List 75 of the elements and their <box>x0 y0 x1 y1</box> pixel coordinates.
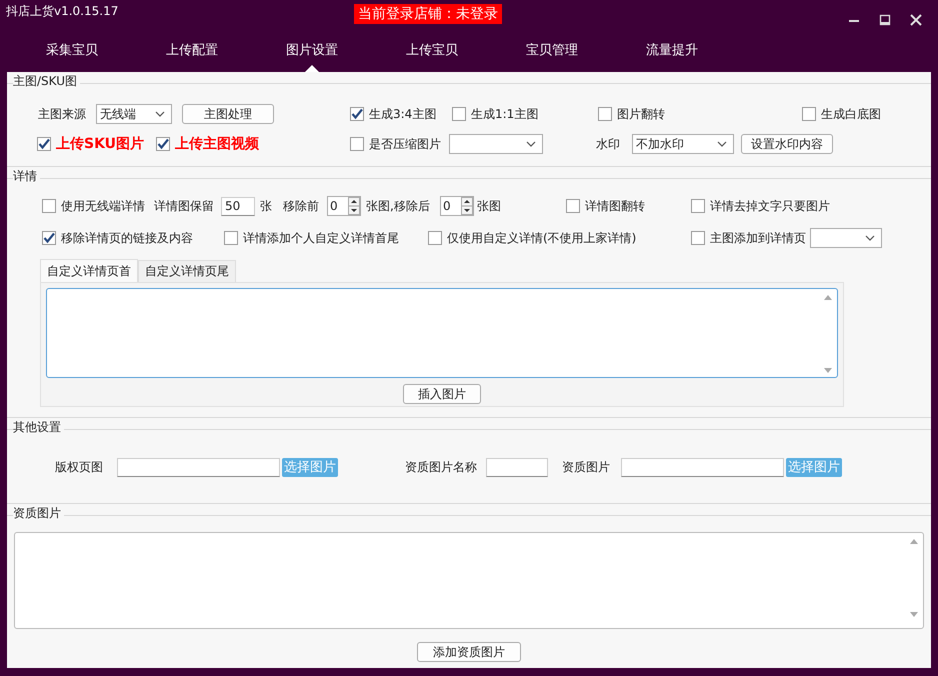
checkbox[interactable] <box>42 199 56 213</box>
checkbox-label: 图片翻转 <box>617 106 665 122</box>
section-title: 资质图片 <box>13 505 64 522</box>
checkbox-label: 是否压缩图片 <box>369 136 441 152</box>
checkbox-label: 详情去掉文字只要图片 <box>710 198 830 214</box>
maximize-icon <box>879 14 891 26</box>
button[interactable]: 插入图片 <box>403 384 481 404</box>
checkbox[interactable] <box>691 199 705 213</box>
input-field[interactable] <box>486 458 548 476</box>
checkbox-label: 生成1:1主图 <box>471 106 538 122</box>
label: 移除前 <box>283 198 319 214</box>
label: 张 <box>260 198 272 214</box>
nav-tab[interactable]: 采集宝贝 <box>12 36 132 72</box>
button[interactable]: 设置水印内容 <box>741 134 833 154</box>
input-field[interactable]: 50 <box>221 196 255 216</box>
label: 水印 <box>596 136 620 152</box>
label: 张图,移除后 <box>366 198 430 214</box>
checkbox-label: 上传SKU图片 <box>56 135 144 153</box>
chevron-down-icon <box>526 141 536 147</box>
nav-tab[interactable]: 宝贝管理 <box>492 36 612 72</box>
checkbox-label: 使用无线端详情 <box>61 198 145 214</box>
checkbox-label: 生成白底图 <box>821 106 881 122</box>
nav-tab[interactable]: 上传配置 <box>132 36 252 72</box>
checkbox[interactable] <box>598 107 612 121</box>
number-spinner[interactable]: 0 <box>327 196 361 216</box>
spinner-arrows-icon <box>461 197 473 215</box>
nav-tab[interactable]: 流量提升 <box>612 36 732 72</box>
chevron-down-icon <box>155 111 165 117</box>
checkbox[interactable] <box>452 107 466 121</box>
button[interactable]: 添加资质图片 <box>417 642 521 662</box>
checkbox[interactable] <box>350 107 364 121</box>
text-area[interactable] <box>46 288 838 378</box>
label: 资质图片名称 <box>405 458 477 476</box>
editor-tab[interactable]: 自定义详情页首 <box>40 259 138 282</box>
checkbox-label: 生成3:4主图 <box>369 106 436 122</box>
dropdown[interactable] <box>810 228 882 248</box>
editor-tab[interactable]: 自定义详情页尾 <box>138 260 236 282</box>
label: 详情图保留 <box>154 198 214 214</box>
window-title: 抖店上货v1.0.15.17 <box>5 3 118 20</box>
checkbox-label: 详情图翻转 <box>585 198 645 214</box>
spinner-arrows-icon <box>348 197 360 215</box>
checkbox[interactable] <box>156 137 170 151</box>
dropdown[interactable]: 无线端 <box>96 104 172 124</box>
nav-tab[interactable]: 图片设置 <box>252 36 372 72</box>
label: 资质图片 <box>562 458 610 476</box>
checkbox-label: 详情添加个人自定义详情首尾 <box>243 230 399 246</box>
checkbox[interactable] <box>428 231 442 245</box>
button[interactable]: 主图处理 <box>182 104 274 124</box>
section-title: 详情 <box>13 168 40 185</box>
chevron-down-icon <box>717 141 727 147</box>
login-status: 当前登录店铺：未登录 <box>354 4 502 24</box>
checkbox[interactable] <box>566 199 580 213</box>
chevron-down-icon <box>865 235 875 241</box>
checkbox[interactable] <box>224 231 238 245</box>
label: 主图来源 <box>38 106 86 122</box>
dropdown[interactable]: 不加水印 <box>632 134 734 154</box>
nav-tab[interactable]: 上传宝贝 <box>372 36 492 72</box>
checkbox-label: 仅使用自定义详情(不使用上家详情) <box>447 230 636 246</box>
input-field[interactable] <box>117 458 280 476</box>
checkbox[interactable] <box>802 107 816 121</box>
label: 张图 <box>477 198 501 214</box>
checkbox-label: 主图添加到详情页 <box>710 230 806 246</box>
number-spinner[interactable]: 0 <box>440 196 474 216</box>
checkbox-label: 移除详情页的链接及内容 <box>61 230 193 246</box>
dropdown[interactable] <box>449 134 543 154</box>
close-icon <box>910 14 922 26</box>
checkbox[interactable] <box>42 231 56 245</box>
input-field[interactable] <box>621 458 784 476</box>
checkbox[interactable] <box>350 137 364 151</box>
checkbox[interactable] <box>37 137 51 151</box>
checkbox-label: 上传主图视频 <box>175 135 259 153</box>
section-title: 其他设置 <box>13 419 64 436</box>
label: 版权页图 <box>55 458 103 476</box>
text-area[interactable] <box>14 532 924 629</box>
checkbox[interactable] <box>691 231 705 245</box>
